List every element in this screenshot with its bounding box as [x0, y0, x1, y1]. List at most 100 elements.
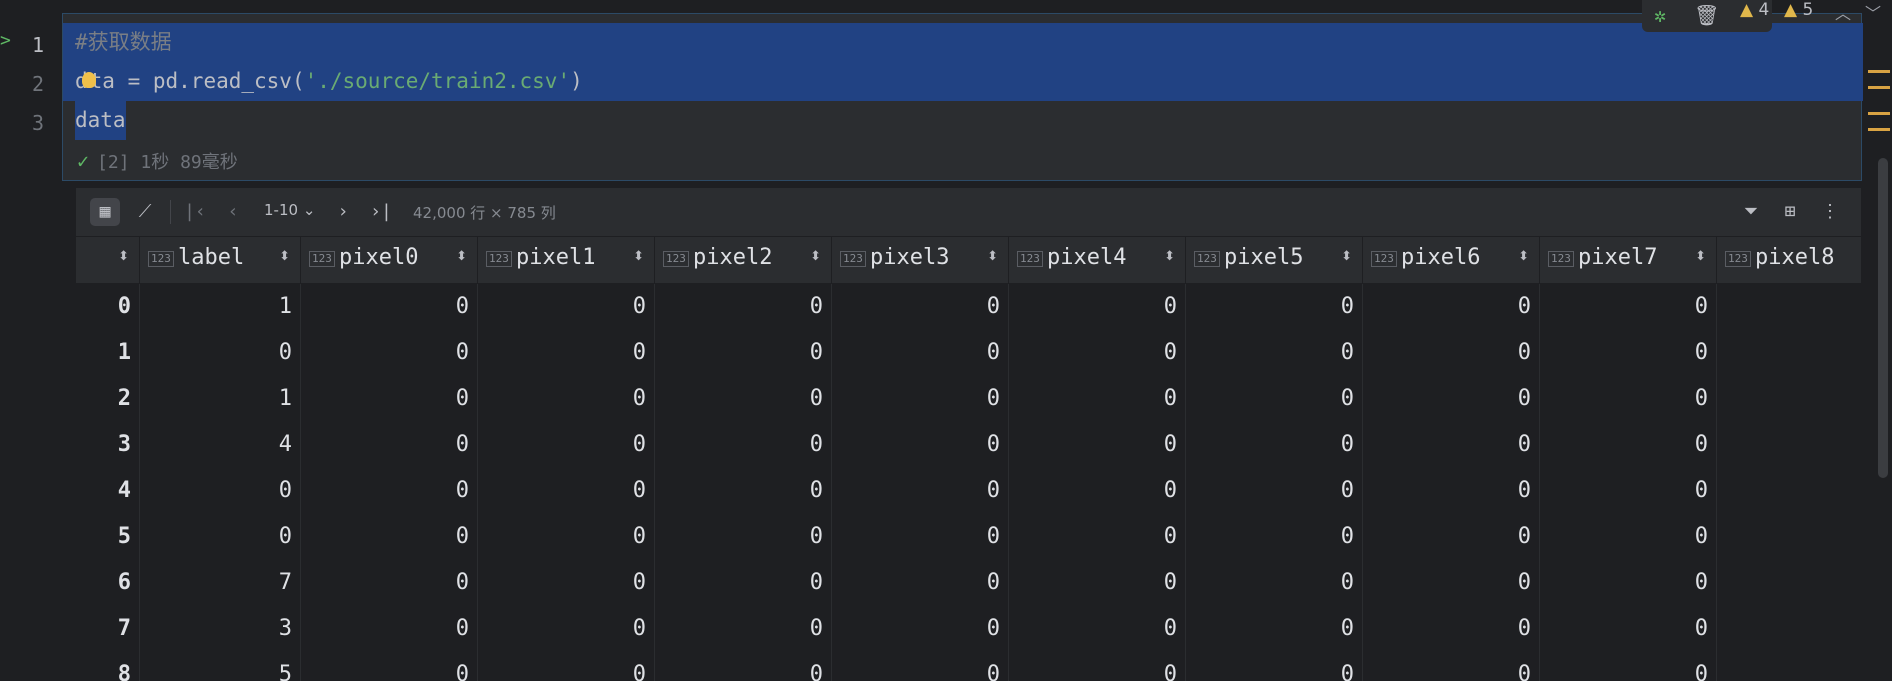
table-cell[interactable]: 0: [1540, 376, 1717, 422]
table-cell[interactable]: 0: [140, 330, 301, 376]
table-cell[interactable]: 0: [478, 330, 655, 376]
vertical-scrollbar[interactable]: [1878, 158, 1888, 478]
table-cell[interactable]: 0: [478, 284, 655, 330]
table-cell[interactable]: 0: [655, 652, 832, 681]
sort-icon[interactable]: ⬍: [633, 249, 644, 264]
table-cell[interactable]: [1717, 284, 1861, 330]
table-cell[interactable]: 0: [301, 652, 478, 681]
table-view-icon[interactable]: ▦: [90, 198, 120, 226]
table-cell[interactable]: 0: [1363, 652, 1540, 681]
table-cell[interactable]: 0: [1363, 284, 1540, 330]
trash-icon[interactable]: 🗑: [1694, 3, 1719, 27]
sort-icon[interactable]: ⬍: [1164, 249, 1175, 264]
table-cell[interactable]: 0: [655, 284, 832, 330]
table-cell[interactable]: 0: [1009, 468, 1186, 514]
column-header[interactable]: 123 pixel2 ⬍: [655, 237, 832, 283]
table-cell[interactable]: [1717, 606, 1861, 652]
table-cell[interactable]: 0: [301, 422, 478, 468]
sort-icon[interactable]: ⬍: [987, 249, 998, 264]
column-header[interactable]: 123 label ⬍: [140, 237, 301, 283]
table-cell[interactable]: 0: [1186, 652, 1363, 681]
next-page-icon[interactable]: ›: [328, 198, 358, 226]
column-settings-icon[interactable]: ⊞: [1775, 198, 1805, 226]
table-cell[interactable]: 0: [655, 514, 832, 560]
table-cell[interactable]: 0: [1186, 560, 1363, 606]
table-cell[interactable]: 0: [832, 376, 1009, 422]
column-header[interactable]: 123 pixel6 ⬍: [1363, 237, 1540, 283]
table-cell[interactable]: 0: [1363, 606, 1540, 652]
table-cell[interactable]: 0: [1540, 284, 1717, 330]
table-cell[interactable]: 0: [140, 514, 301, 560]
table-cell[interactable]: 3: [140, 606, 301, 652]
table-cell[interactable]: 1: [140, 284, 301, 330]
table-cell[interactable]: 0: [301, 606, 478, 652]
table-cell[interactable]: 0: [1540, 606, 1717, 652]
table-cell[interactable]: [1717, 652, 1861, 681]
table-cell[interactable]: 0: [478, 422, 655, 468]
table-cell[interactable]: 0: [1186, 330, 1363, 376]
code-line-1[interactable]: #获取数据: [63, 23, 1863, 62]
run-cell-icon[interactable]: >: [0, 32, 12, 50]
table-cell[interactable]: 0: [478, 560, 655, 606]
more-options-icon[interactable]: ⋮: [1815, 198, 1845, 226]
column-header[interactable]: 123 pixel0 ⬍: [301, 237, 478, 283]
table-cell[interactable]: 0: [1363, 560, 1540, 606]
first-page-icon[interactable]: |‹: [180, 198, 210, 226]
table-cell[interactable]: 1: [140, 376, 301, 422]
table-cell[interactable]: [1717, 376, 1861, 422]
table-cell[interactable]: 0: [478, 606, 655, 652]
table-cell[interactable]: 0: [1363, 330, 1540, 376]
warning-indicator[interactable]: ▲ 5: [1784, 0, 1813, 20]
index-header[interactable]: ⬍: [76, 237, 140, 283]
table-cell[interactable]: 0: [832, 606, 1009, 652]
table-cell[interactable]: 0: [140, 468, 301, 514]
sort-icon[interactable]: ⬍: [1518, 249, 1529, 264]
table-cell[interactable]: [1717, 514, 1861, 560]
code-line-3[interactable]: data: [63, 101, 1863, 140]
table-cell[interactable]: 0: [1009, 330, 1186, 376]
table-cell[interactable]: 0: [832, 284, 1009, 330]
table-cell[interactable]: 0: [478, 468, 655, 514]
table-cell[interactable]: 0: [1540, 422, 1717, 468]
table-cell[interactable]: 0: [1186, 284, 1363, 330]
sort-icon[interactable]: ⬍: [1341, 249, 1352, 264]
table-cell[interactable]: [1717, 560, 1861, 606]
table-cell[interactable]: 0: [1186, 514, 1363, 560]
column-header[interactable]: 123 pixel7 ⬍: [1540, 237, 1717, 283]
code-cell[interactable]: #获取数据 dta = pd.read_csv('./source/train2…: [62, 13, 1863, 181]
table-cell[interactable]: 0: [655, 606, 832, 652]
table-cell[interactable]: 0: [1540, 652, 1717, 681]
table-cell[interactable]: 0: [655, 422, 832, 468]
table-cell[interactable]: 0: [1363, 422, 1540, 468]
table-cell[interactable]: 0: [1186, 468, 1363, 514]
filter-icon[interactable]: ⏷: [1736, 198, 1766, 226]
lightbulb-icon[interactable]: [81, 72, 96, 88]
table-cell[interactable]: 0: [1009, 560, 1186, 606]
table-cell[interactable]: 0: [832, 422, 1009, 468]
code-line-2[interactable]: dta = pd.read_csv('./source/train2.csv'): [63, 62, 1863, 101]
table-cell[interactable]: 0: [1009, 652, 1186, 681]
table-cell[interactable]: 0: [301, 468, 478, 514]
table-cell[interactable]: 0: [1540, 330, 1717, 376]
table-cell[interactable]: 0: [301, 284, 478, 330]
table-cell[interactable]: 0: [655, 468, 832, 514]
table-cell[interactable]: 0: [1540, 468, 1717, 514]
sort-icon[interactable]: ⬍: [810, 249, 821, 264]
table-cell[interactable]: 0: [1540, 514, 1717, 560]
debug-icon[interactable]: ✲: [1654, 3, 1666, 27]
sort-icon[interactable]: ⬍: [1695, 249, 1706, 264]
table-cell[interactable]: 0: [1540, 560, 1717, 606]
table-cell[interactable]: 0: [478, 652, 655, 681]
table-cell[interactable]: 0: [301, 330, 478, 376]
table-cell[interactable]: 4: [140, 422, 301, 468]
chevron-down-icon[interactable]: ﹀: [1865, 0, 1881, 24]
column-header[interactable]: 123 pixel3 ⬍: [832, 237, 1009, 283]
column-header[interactable]: 123 pixel5 ⬍: [1186, 237, 1363, 283]
table-cell[interactable]: 0: [1009, 376, 1186, 422]
table-cell[interactable]: 0: [832, 652, 1009, 681]
table-cell[interactable]: 0: [655, 330, 832, 376]
table-cell[interactable]: 0: [1009, 606, 1186, 652]
table-cell[interactable]: 0: [1009, 422, 1186, 468]
column-header[interactable]: 123 pixel4 ⬍: [1009, 237, 1186, 283]
table-cell[interactable]: 0: [655, 376, 832, 422]
